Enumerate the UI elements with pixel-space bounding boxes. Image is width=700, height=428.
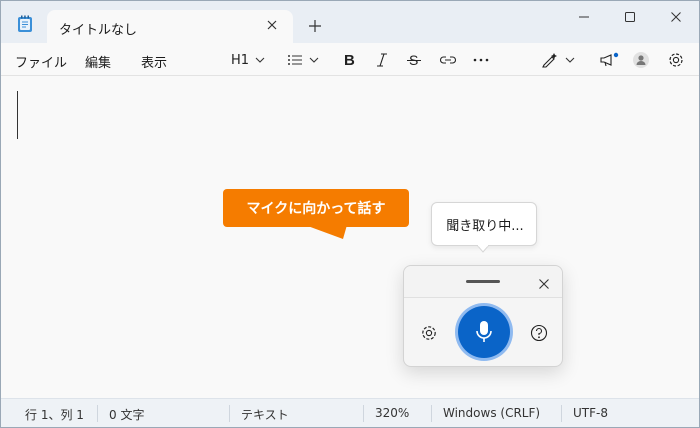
status-divider — [97, 405, 98, 422]
chevron-down-icon — [565, 57, 575, 63]
listening-status: 聞き取り中... — [446, 218, 524, 234]
cursor-position: 行 1、列 1 — [25, 408, 84, 422]
menu-bar: ファイル 編集 表示 H1 B S — [1, 44, 699, 76]
status-divider — [229, 405, 230, 422]
notepad-icon — [17, 15, 33, 33]
status-bar: 行 1、列 1 0 文字 テキスト 320% Windows (CRLF) UT… — [1, 398, 699, 427]
plus-icon[interactable] — [307, 18, 323, 34]
svg-text:B: B — [344, 52, 355, 68]
list-icon — [288, 55, 302, 65]
notepad-window: タイトルなし ファイル 編集 表示 H1 B S マイクに向かって話す 聞き取り… — [0, 0, 700, 428]
chevron-down-icon — [255, 57, 265, 63]
tab-untitled[interactable]: タイトルなし — [47, 10, 293, 44]
tooltip-arrow — [477, 245, 489, 253]
text-mode[interactable]: テキスト — [241, 406, 289, 423]
copilot-rewrite-dropdown[interactable] — [541, 50, 575, 70]
megaphone-icon[interactable] — [599, 50, 619, 70]
status-divider — [363, 405, 364, 422]
list-dropdown[interactable] — [287, 50, 319, 70]
character-count: 0 文字 — [109, 408, 145, 422]
voice-typing-panel — [403, 265, 563, 367]
status-divider — [561, 405, 562, 422]
speak-into-mic-callout: マイクに向かって話す — [223, 189, 409, 239]
text-caret — [17, 91, 18, 139]
strikethrough-icon[interactable]: S — [407, 50, 421, 70]
minimize-icon[interactable] — [561, 1, 607, 33]
settings-icon[interactable] — [420, 324, 438, 342]
microphone-icon — [476, 321, 492, 342]
encoding[interactable]: UTF-8 — [573, 406, 608, 420]
tab-title: タイトルなし — [59, 23, 138, 38]
copilot-pen-icon — [542, 53, 557, 68]
close-icon[interactable] — [265, 18, 279, 32]
menu-file[interactable]: ファイル — [15, 52, 67, 71]
zoom-level[interactable]: 320% — [375, 406, 409, 420]
menu-edit[interactable]: 編集 — [85, 52, 111, 71]
maximize-icon[interactable] — [607, 1, 653, 33]
drag-handle[interactable] — [466, 280, 500, 283]
title-bar: タイトルなし — [1, 1, 699, 44]
heading-label: H1 — [231, 52, 250, 68]
callout-text: マイクに向かって話す — [246, 201, 386, 217]
microphone-button[interactable] — [458, 306, 510, 358]
settings-icon[interactable] — [667, 50, 685, 70]
window-close-icon[interactable] — [653, 1, 699, 33]
voice-panel-header — [404, 266, 562, 298]
link-icon[interactable] — [439, 50, 457, 70]
italic-icon[interactable] — [375, 50, 389, 70]
heading-dropdown[interactable]: H1 — [231, 50, 265, 70]
bold-icon[interactable]: B — [343, 50, 357, 70]
listening-tooltip: 聞き取り中... — [431, 202, 537, 246]
line-ending[interactable]: Windows (CRLF) — [443, 406, 540, 420]
close-icon[interactable] — [538, 275, 550, 289]
account-icon[interactable] — [633, 50, 649, 70]
menu-view[interactable]: 表示 — [141, 52, 167, 71]
help-icon[interactable] — [530, 324, 548, 342]
chevron-down-icon — [309, 57, 319, 63]
more-icon[interactable] — [473, 50, 489, 70]
status-divider — [431, 405, 432, 422]
